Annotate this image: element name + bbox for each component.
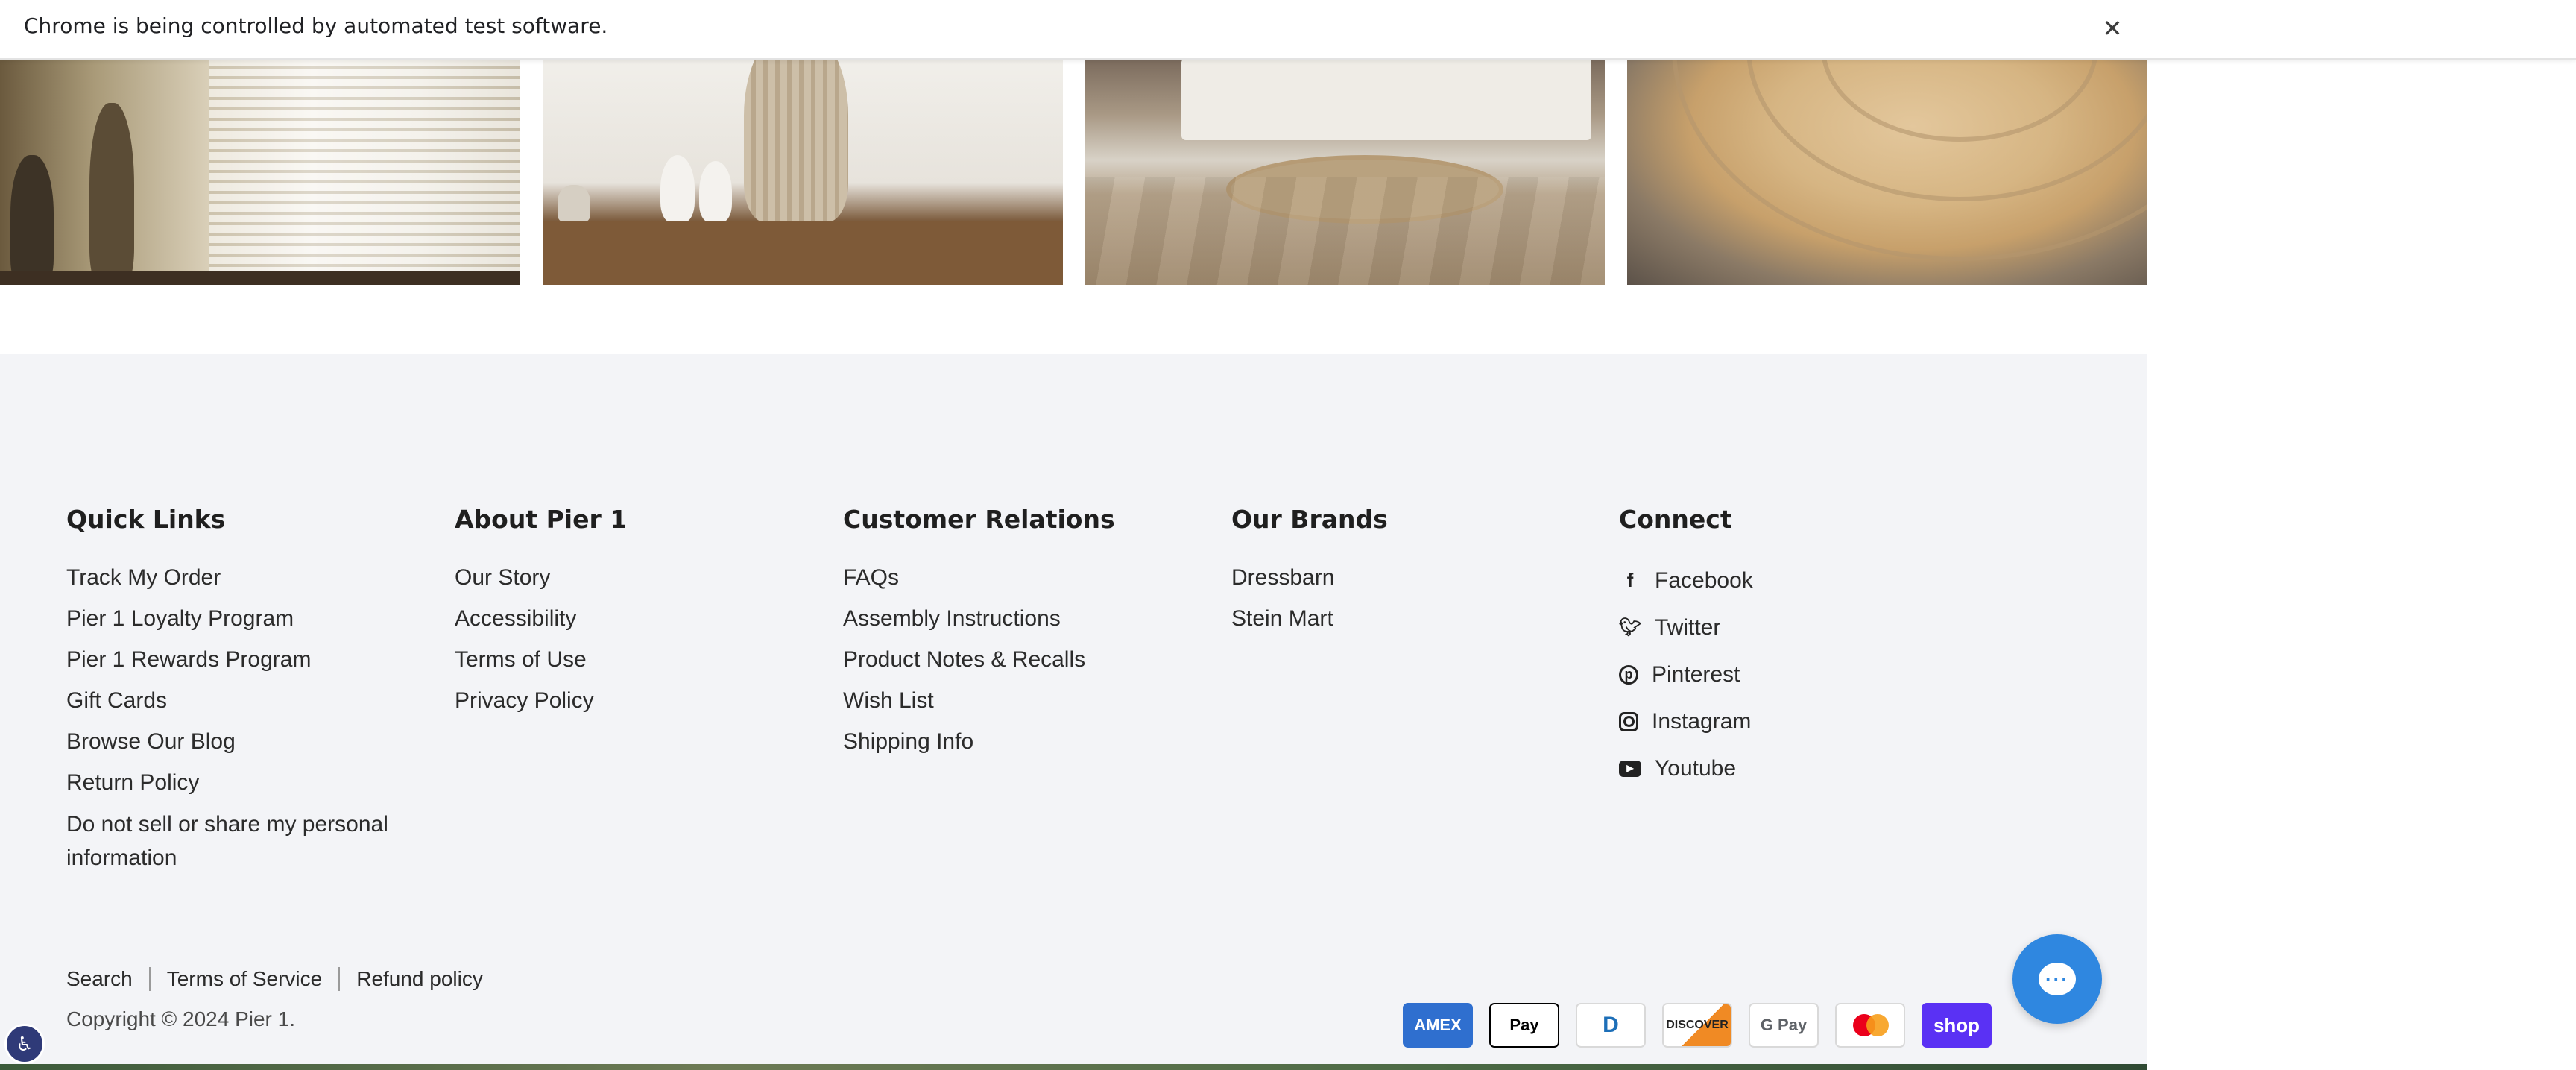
footer-link[interactable]: Pier 1 Loyalty Program: [66, 598, 417, 639]
empty-viewport-area: [2147, 58, 2576, 1070]
footer-link[interactable]: FAQs: [843, 557, 1085, 598]
refund-policy-link[interactable]: Refund policy: [356, 967, 483, 991]
chat-button[interactable]: ···: [2012, 934, 2102, 1024]
column-title: About Pier 1: [455, 505, 628, 534]
footer-link[interactable]: Accessibility: [455, 598, 594, 639]
footer-link[interactable]: Assembly Instructions: [843, 598, 1085, 639]
footer-link[interactable]: Pier 1 Rewards Program: [66, 639, 417, 680]
terms-of-service-link[interactable]: Terms of Service: [167, 967, 323, 991]
footer-link[interactable]: Wish List: [843, 680, 1085, 721]
social-label: Instagram: [1652, 709, 1752, 734]
footer-link[interactable]: Do not sell or share my personal informa…: [66, 808, 417, 875]
footer-link[interactable]: Product Notes & Recalls: [843, 639, 1085, 680]
footer-link[interactable]: Shipping Info: [843, 721, 1085, 762]
social-label: Twitter: [1655, 615, 1721, 640]
column-title: Customer Relations: [843, 505, 1115, 534]
automation-infobar: Chrome is being controlled by automated …: [0, 0, 2576, 60]
copyright-text: Copyright © 2024 Pier 1.: [66, 1007, 296, 1030]
twitter-icon: 🐦︎: [1618, 617, 1642, 638]
discover-icon: DISCOVER: [1662, 1003, 1732, 1048]
social-link-pinterest[interactable]: p Pinterest: [1619, 651, 1753, 698]
chat-bubble-icon: ···: [2039, 963, 2076, 995]
payment-methods: AMEX Pay D DISCOVER G Pay shop: [1403, 1003, 1992, 1048]
search-link[interactable]: Search: [66, 967, 133, 991]
footer-link[interactable]: Return Policy: [66, 762, 417, 803]
social-label: Youtube: [1655, 756, 1737, 781]
footer-link[interactable]: Track My Order: [66, 557, 417, 598]
facebook-icon: f: [1626, 569, 1634, 591]
google-pay-icon: G Pay: [1749, 1003, 1819, 1048]
close-icon[interactable]: ✕: [2093, 9, 2132, 48]
pinterest-icon: p: [1619, 664, 1638, 685]
diners-club-icon: D: [1576, 1003, 1646, 1048]
apple-pay-icon: Pay: [1489, 1003, 1559, 1048]
social-label: Pinterest: [1652, 662, 1740, 687]
page-content: Quick Links Track My Order Pier 1 Loyalt…: [0, 58, 2147, 1070]
social-label: Facebook: [1655, 568, 1753, 593]
footer-link[interactable]: Browse Our Blog: [66, 721, 417, 762]
footer-link[interactable]: Our Story: [455, 557, 594, 598]
footer-link[interactable]: Privacy Policy: [455, 680, 594, 721]
accessibility-icon[interactable]: ♿︎: [4, 1024, 45, 1064]
shutters-vase-image[interactable]: [0, 58, 520, 285]
shop-pay-icon: shop: [1922, 1003, 1992, 1048]
infobar-message: Chrome is being controlled by automated …: [24, 13, 608, 38]
bunny-sideboard-image[interactable]: [543, 58, 1063, 285]
page-bottom-strip: [0, 1064, 2147, 1070]
footer-link[interactable]: Gift Cards: [66, 680, 417, 721]
column-title: Connect: [1619, 505, 1732, 534]
divider: [338, 967, 341, 991]
divider: [148, 967, 151, 991]
site-footer: Quick Links Track My Order Pier 1 Loyalt…: [0, 354, 2147, 1070]
social-link-instagram[interactable]: Instagram: [1619, 698, 1753, 745]
youtube-icon: ▶: [1619, 760, 1641, 777]
bedroom-round-rug-image[interactable]: [1085, 58, 1605, 285]
jute-rug-image[interactable]: [1627, 58, 2147, 285]
footer-link[interactable]: Dressbarn: [1231, 557, 1334, 598]
footer-link[interactable]: Stein Mart: [1231, 598, 1334, 639]
footer-link[interactable]: Terms of Use: [455, 639, 594, 680]
mastercard-icon: [1835, 1003, 1905, 1048]
social-link-twitter[interactable]: 🐦︎ Twitter: [1619, 604, 1753, 651]
social-link-facebook[interactable]: f Facebook: [1619, 557, 1753, 604]
instagram-icon: [1619, 711, 1638, 731]
amex-icon: AMEX: [1403, 1003, 1473, 1048]
footer-policy-links: Search Terms of Service Refund policy: [66, 967, 483, 991]
column-title: Quick Links: [66, 505, 226, 534]
social-link-youtube[interactable]: ▶ Youtube: [1619, 745, 1753, 792]
column-title: Our Brands: [1231, 505, 1388, 534]
